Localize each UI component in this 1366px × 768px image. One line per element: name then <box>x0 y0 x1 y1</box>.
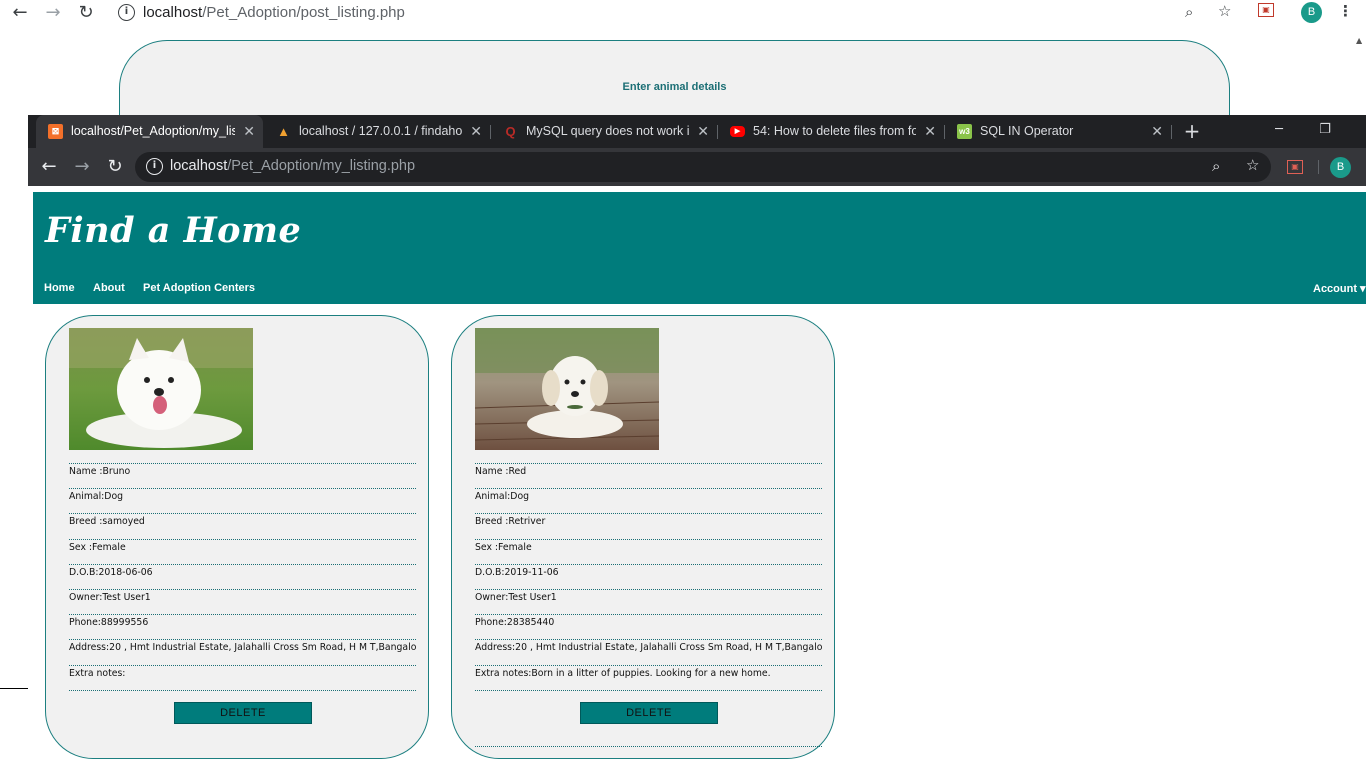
close-icon[interactable]: ✕ <box>697 115 709 148</box>
nav-about[interactable]: About <box>93 282 125 294</box>
extra-notes: Extra notes:Born in a litter of puppies.… <box>475 664 822 690</box>
tab-youtube[interactable]: ▶ 54: How to delete files from fol ✕ <box>718 115 944 148</box>
url-path: /Pet_Adoption/my_listing.php <box>227 158 416 174</box>
minimize-icon[interactable]: ─ <box>1256 115 1302 145</box>
pet-photo-retriever <box>475 328 659 450</box>
extension-icon[interactable]: ▣ <box>1258 3 1274 17</box>
restore-icon[interactable]: ❐ <box>1302 115 1348 145</box>
close-icon[interactable]: ✕ <box>470 115 482 148</box>
pet-sex: Sex :Female <box>475 538 822 564</box>
nav-home[interactable]: Home <box>44 282 75 294</box>
back-url-host: localhost <box>143 4 203 21</box>
close-icon[interactable]: ✕ <box>243 115 255 148</box>
reload-icon[interactable]: ↻ <box>104 156 126 178</box>
youtube-icon: ▶ <box>730 126 745 137</box>
close-icon[interactable]: ✕ <box>1151 115 1163 148</box>
scroll-up-icon[interactable]: ▲ <box>1356 36 1362 45</box>
profile-avatar[interactable]: B <box>1330 157 1351 178</box>
form-title: Enter animal details <box>622 81 727 93</box>
info-icon[interactable]: i <box>118 4 135 21</box>
forward-arrow-icon[interactable]: → <box>71 156 93 178</box>
back-address-bar[interactable]: localhost/Pet_Adoption/post_listing.php <box>143 4 405 21</box>
account-dropdown[interactable]: Account ▾ <box>1313 282 1366 295</box>
address-bar[interactable]: i localhost/Pet_Adoption/my_listing.php … <box>135 152 1271 182</box>
front-browser-window: ⊠ localhost/Pet_Adoption/my_listing ✕ ▲ … <box>28 115 1366 768</box>
new-tab-button[interactable]: + <box>1180 115 1204 148</box>
extra-notes: Extra notes: <box>69 664 416 690</box>
tab-phpmyadmin[interactable]: ▲ localhost / 127.0.0.1 / findahome ✕ <box>264 115 490 148</box>
owner-address: Address:20 , Hmt Industrial Estate, Jala… <box>69 639 416 664</box>
owner-address: Address:20 , Hmt Industrial Estate, Jala… <box>475 639 822 664</box>
close-icon[interactable]: ✕ <box>924 115 936 148</box>
star-icon[interactable]: ☆ <box>1218 2 1231 20</box>
profile-avatar[interactable]: B <box>1301 2 1322 23</box>
back-arrow-icon[interactable]: ← <box>9 2 31 24</box>
delete-button[interactable]: DELETE <box>174 702 312 724</box>
pet-owner: Owner:Test User1 <box>475 588 822 614</box>
tab-title: 54: How to delete files from fol <box>753 124 916 138</box>
pet-breed: Breed :samoyed <box>69 513 416 538</box>
listing-details: Name :Red Animal:Dog Breed :Retriver Sex… <box>475 463 822 692</box>
pet-photo-samoyed <box>69 328 253 450</box>
tab-quora[interactable]: Q MySQL query does not work in ✕ <box>491 115 717 148</box>
pet-animal: Animal:Dog <box>69 488 416 513</box>
nav-pet-adoption-centers[interactable]: Pet Adoption Centers <box>143 282 255 294</box>
w3schools-icon: w3 <box>957 124 972 139</box>
xampp-icon: ⊠ <box>48 124 63 139</box>
pet-sex: Sex :Female <box>69 538 416 564</box>
delete-button[interactable]: DELETE <box>580 702 718 724</box>
url-host: localhost <box>170 158 228 174</box>
toolbar-separator <box>1318 160 1319 174</box>
site-header: Find a Home Home About Pet Adoption Cent… <box>33 192 1366 304</box>
info-icon[interactable]: i <box>146 158 163 175</box>
pet-owner: Owner:Test User1 <box>69 588 416 614</box>
zoom-icon[interactable]: ⌕ <box>1212 157 1220 175</box>
pet-dob: D.O.B:2019-11-06 <box>475 563 822 589</box>
back-url-path: /Pet_Adoption/post_listing.php <box>202 4 405 21</box>
owner-phone: Phone:28385440 <box>475 614 822 639</box>
extension-icon[interactable]: ▣ <box>1287 160 1303 174</box>
listing-details: Name :Bruno Animal:Dog Breed :samoyed Se… <box>69 463 416 692</box>
tab-w3schools[interactable]: w3 SQL IN Operator ✕ <box>945 115 1171 148</box>
tab-separator <box>1171 125 1172 139</box>
tab-title: SQL IN Operator <box>980 124 1074 138</box>
forward-arrow-icon[interactable]: → <box>42 2 64 24</box>
pet-name: Name :Bruno <box>69 463 416 488</box>
zoom-icon[interactable]: ⌕ <box>1185 3 1193 21</box>
tab-strip: ⊠ localhost/Pet_Adoption/my_listing ✕ ▲ … <box>28 115 1366 148</box>
row-divider <box>475 746 822 747</box>
pet-name: Name :Red <box>475 463 822 488</box>
tab-title: localhost/Pet_Adoption/my_listing <box>71 124 235 138</box>
tab-title: localhost / 127.0.0.1 / findahome <box>299 124 462 138</box>
tab-my-listing[interactable]: ⊠ localhost/Pet_Adoption/my_listing ✕ <box>36 115 263 148</box>
back-arrow-icon[interactable]: ← <box>38 156 60 178</box>
listing-card: Name :Red Animal:Dog Breed :Retriver Sex… <box>451 315 835 759</box>
row-divider <box>69 689 416 692</box>
tab-title: MySQL query does not work in <box>526 124 689 138</box>
menu-dots-icon[interactable]: ⋮ <box>1338 2 1353 20</box>
browser-toolbar: ← → ↻ i localhost/Pet_Adoption/my_listin… <box>28 148 1366 186</box>
row-divider <box>475 689 822 692</box>
quora-icon: Q <box>505 124 516 139</box>
star-icon[interactable]: ☆ <box>1246 156 1259 174</box>
site-logo[interactable]: Find a Home <box>45 210 301 251</box>
reload-icon[interactable]: ↻ <box>75 2 97 24</box>
web-page: Find a Home Home About Pet Adoption Cent… <box>33 192 1366 768</box>
url-text: localhost/Pet_Adoption/my_listing.php <box>170 158 415 174</box>
back-browser-toolbar: ← → ↻ i localhost/Pet_Adoption/post_list… <box>0 0 1366 26</box>
pet-breed: Breed :Retriver <box>475 513 822 538</box>
divider <box>0 688 28 689</box>
listing-card: Name :Bruno Animal:Dog Breed :samoyed Se… <box>45 315 429 759</box>
pet-animal: Animal:Dog <box>475 488 822 513</box>
phpmyadmin-icon: ▲ <box>277 124 290 139</box>
pet-dob: D.O.B:2018-06-06 <box>69 563 416 589</box>
owner-phone: Phone:88999556 <box>69 614 416 639</box>
